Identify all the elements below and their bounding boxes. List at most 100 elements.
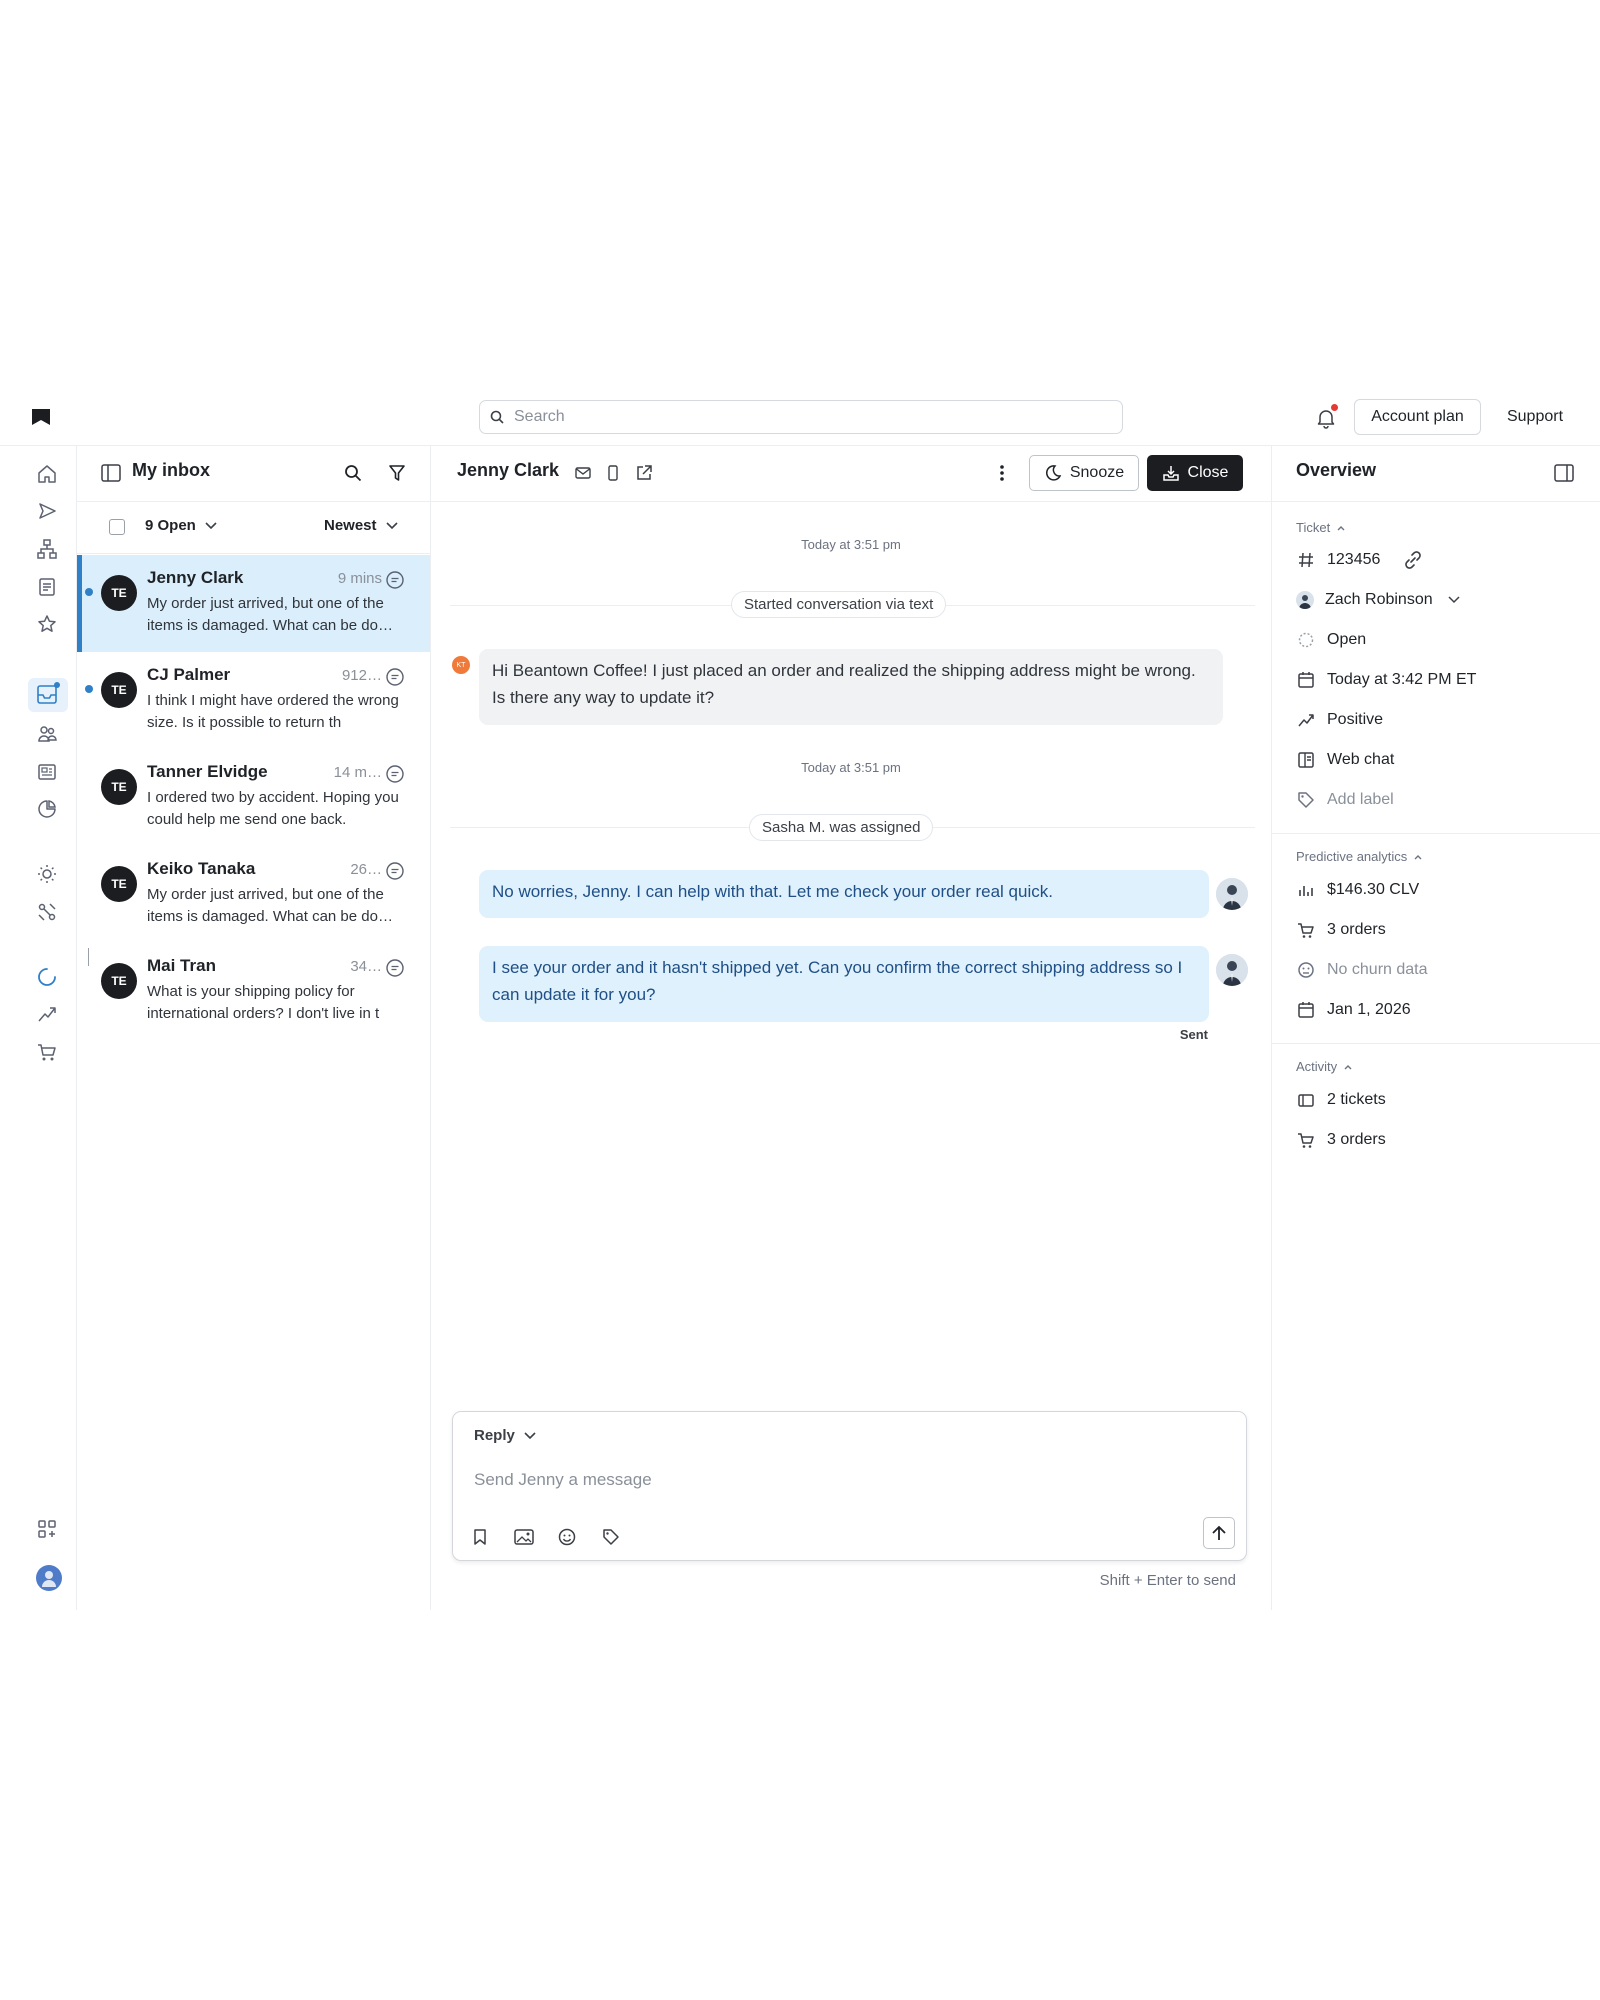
send-icon[interactable]	[36, 500, 62, 526]
apps-icon[interactable]	[36, 1518, 62, 1544]
newspaper-icon[interactable]	[36, 761, 62, 787]
link-icon[interactable]	[1403, 550, 1423, 570]
chat-bubble-icon	[385, 570, 405, 590]
search-icon[interactable]	[342, 462, 364, 484]
trend-up-icon	[1296, 710, 1316, 730]
conversation-time: 14 m…	[333, 764, 382, 781]
document-icon[interactable]	[36, 576, 62, 602]
avatar: TE	[101, 866, 137, 902]
neutral-face-icon	[1296, 960, 1316, 980]
search-input[interactable]: Search	[479, 400, 1123, 434]
orders-value: 3 orders	[1327, 921, 1386, 938]
add-label-button[interactable]: Add label	[1296, 787, 1394, 813]
tickets-value: 2 tickets	[1327, 1091, 1386, 1108]
phone-icon[interactable]	[603, 462, 623, 484]
emoji-icon[interactable]	[557, 1527, 577, 1547]
support-button[interactable]: Support	[1490, 399, 1580, 435]
chat-bubble-icon	[385, 667, 405, 687]
sentiment-row: Positive	[1296, 707, 1383, 733]
filter-icon[interactable]	[386, 462, 408, 484]
clv-row: $146.30 CLV	[1296, 877, 1419, 903]
sidebar-toggle-icon[interactable]	[100, 462, 122, 484]
conversation-name: Keiko Tanaka	[147, 859, 256, 878]
unread-dot	[85, 588, 93, 596]
mail-icon[interactable]	[573, 462, 593, 484]
message-status: Sent	[1179, 1027, 1208, 1042]
bar-chart-icon	[1296, 880, 1316, 900]
overview-title: Overview	[1296, 460, 1377, 480]
org-chart-icon[interactable]	[36, 538, 62, 564]
scroll-indicator	[88, 948, 89, 966]
close-ticket-button[interactable]: Close	[1147, 455, 1243, 491]
conversation-list-item[interactable]: TE Keiko Tanaka 26… My order just arrived, …	[77, 846, 430, 943]
orders-row: 3 orders	[1296, 917, 1386, 943]
avatar[interactable]	[36, 1565, 62, 1591]
sun-icon[interactable]	[36, 863, 62, 889]
cart-icon[interactable]	[36, 1041, 62, 1067]
activity-orders-value: 3 orders	[1327, 1131, 1386, 1148]
conversation-preview: I think I might have ordered the wrong s…	[147, 692, 399, 731]
bookmark-icon[interactable]	[470, 1527, 490, 1547]
image-icon[interactable]	[513, 1527, 535, 1547]
analytics-section-toggle[interactable]: Predictive analytics	[1296, 849, 1423, 864]
cart-icon	[1296, 920, 1316, 940]
conversation-list-item[interactable]: TE Mai Tran 34… What is your shipping polic…	[77, 943, 430, 1040]
channel-value: Web chat	[1327, 751, 1395, 768]
star-icon[interactable]	[36, 613, 62, 639]
ticket-section-toggle[interactable]: Ticket	[1296, 520, 1346, 535]
system-event: Started conversation via text	[731, 591, 947, 618]
ticket-number-row: 123456	[1296, 547, 1423, 573]
chat-bubble-icon	[385, 764, 405, 784]
conversation-list-item[interactable]: TE CJ Palmer 912… I think I might have orde…	[77, 652, 430, 749]
search-placeholder: Search	[514, 408, 565, 425]
search-icon	[490, 410, 504, 424]
external-link-icon[interactable]	[633, 462, 655, 484]
inbox-icon[interactable]	[28, 678, 68, 712]
sort-dropdown[interactable]: Newest	[324, 517, 399, 534]
conversation-name: CJ Palmer	[147, 665, 231, 684]
loader-icon[interactable]	[36, 966, 62, 992]
avatar: TE	[101, 963, 137, 999]
activity-orders-row[interactable]: 3 orders	[1296, 1127, 1386, 1153]
trend-icon[interactable]	[36, 1003, 62, 1029]
tag-icon[interactable]	[601, 1527, 621, 1547]
clv-value: $146.30 CLV	[1327, 881, 1420, 898]
arrow-up-icon	[1210, 1524, 1228, 1542]
activity-section-toggle[interactable]: Activity	[1296, 1059, 1353, 1074]
web-chat-icon	[1296, 750, 1316, 770]
message-input[interactable]: Send Jenny a message	[474, 1470, 1174, 1490]
agent-avatar	[1216, 878, 1248, 910]
inbox-title: My inbox	[132, 460, 211, 480]
conversation-time: 26…	[350, 861, 382, 878]
message-timestamp: Today at 3:51 pm	[801, 760, 901, 775]
tickets-row[interactable]: 2 tickets	[1296, 1087, 1386, 1113]
clock-chart-icon[interactable]	[36, 798, 62, 824]
status-row[interactable]: Open	[1296, 627, 1366, 653]
more-options-icon[interactable]	[992, 461, 1012, 485]
conversation-list-item[interactable]: TE Tanner Elvidge 14 m… I ordered two by ac…	[77, 749, 430, 846]
chevron-down-icon	[1444, 590, 1464, 610]
send-button[interactable]	[1203, 1517, 1235, 1549]
conversation-time: 9 mins	[337, 570, 382, 587]
archive-icon	[1162, 464, 1180, 482]
chevron-up-icon	[1343, 1063, 1353, 1071]
avatar: TE	[101, 769, 137, 805]
created-row: Today at 3:42 PM ET	[1296, 667, 1476, 693]
home-icon[interactable]	[36, 463, 62, 489]
channel-row: Web chat	[1296, 747, 1394, 773]
open-filter-dropdown[interactable]: 9 Open	[145, 517, 218, 534]
divider	[1271, 1043, 1600, 1044]
sort-label: Newest	[324, 517, 377, 534]
panel-toggle-icon[interactable]	[1553, 462, 1575, 484]
snooze-button[interactable]: Snooze	[1029, 455, 1139, 491]
select-all-checkbox[interactable]	[109, 519, 125, 535]
conversation-list-item[interactable]: TE Jenny Clark 9 mins My order just arrived…	[77, 555, 430, 652]
churn-value: No churn data	[1327, 961, 1428, 978]
chevron-down-icon	[204, 521, 218, 531]
reply-mode-dropdown[interactable]: Reply	[474, 1427, 537, 1444]
assignee-dropdown[interactable]: Zach Robinson	[1296, 587, 1464, 613]
account-plan-button[interactable]: Account plan	[1354, 399, 1481, 435]
routes-icon[interactable]	[36, 901, 62, 927]
logo-icon[interactable]	[32, 409, 50, 425]
users-icon[interactable]	[36, 723, 62, 749]
